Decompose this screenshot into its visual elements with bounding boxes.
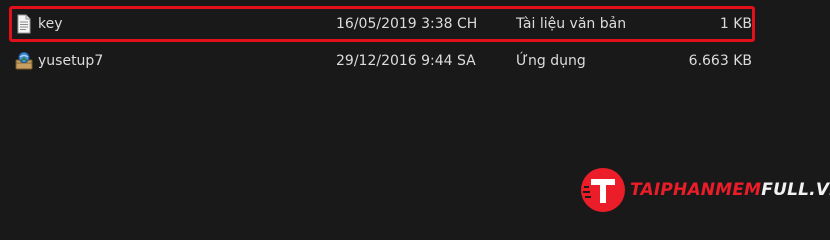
- file-date-modified: 29/12/2016 9:44 SA: [336, 53, 476, 69]
- watermark: TAIPHANMEMFULL.VN: [580, 166, 830, 214]
- file-size: 1 KB: [719, 16, 752, 32]
- watermark-text-red: TAIPHANMEM: [630, 180, 762, 200]
- logo-icon: [580, 167, 626, 213]
- file-date-modified: 16/05/2019 3:38 CH: [336, 16, 478, 32]
- file-type: Tài liệu văn bản: [516, 16, 627, 32]
- watermark-text: TAIPHANMEMFULL.VN: [630, 178, 830, 202]
- file-name: yusetup7: [38, 53, 104, 69]
- file-type: Ứng dụng: [516, 53, 586, 69]
- file-name: key: [38, 16, 63, 32]
- watermark-text-white: FULL.VN: [761, 180, 830, 200]
- file-row-key[interactable]: key 16/05/2019 3:38 CH Tài liệu văn bản …: [0, 10, 830, 38]
- file-row-yusetup7[interactable]: yusetup7 29/12/2016 9:44 SA Ứng dụng 6.6…: [0, 47, 830, 75]
- installer-app-icon: [14, 51, 34, 71]
- file-size: 6.663 KB: [688, 53, 752, 69]
- text-document-icon: [14, 14, 34, 34]
